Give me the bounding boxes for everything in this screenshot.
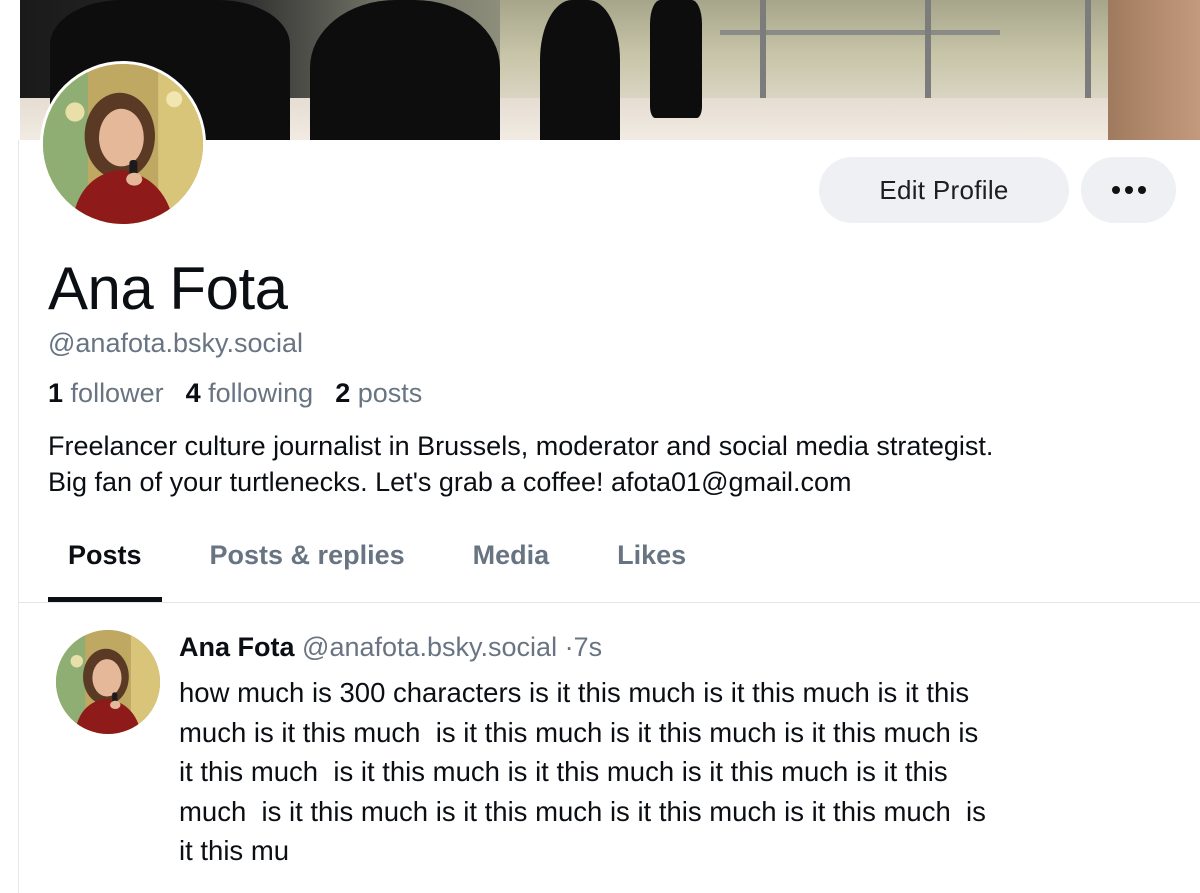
banner-silhouette — [540, 0, 620, 140]
profile-name: Ana Fota — [48, 255, 288, 322]
post-text: how much is 300 characters is it this mu… — [179, 677, 986, 866]
posts-stat: 2 posts — [335, 378, 422, 409]
post-author-name[interactable]: Ana Fota — [179, 632, 295, 662]
following-count: 4 — [185, 378, 201, 408]
avatar-image — [56, 630, 160, 734]
banner-window-frame — [760, 0, 766, 100]
edit-profile-button[interactable]: Edit Profile — [819, 157, 1069, 223]
post-author-avatar[interactable] — [56, 630, 160, 734]
ellipsis-icon — [1111, 186, 1120, 194]
followers-link[interactable]: 1 follower — [48, 378, 164, 409]
profile-avatar[interactable] — [40, 61, 206, 227]
banner-window-frame — [1085, 0, 1091, 100]
more-options-button[interactable] — [1081, 157, 1176, 223]
posts-count: 2 — [335, 378, 351, 408]
tab-label: Media — [472, 540, 550, 570]
following-link[interactable]: 4 following — [186, 378, 314, 409]
profile-page: Edit Profile Ana Fota @anafota.bsky.soci… — [0, 0, 1200, 893]
banner-wall — [1108, 0, 1200, 140]
banner-window-frame — [925, 0, 931, 100]
post-timestamp[interactable]: 7s — [574, 632, 603, 662]
profile-bio: Freelancer culture journalist in Brussel… — [48, 431, 994, 497]
content-border — [18, 140, 19, 893]
tab-posts[interactable]: Posts — [48, 536, 162, 602]
tab-likes[interactable]: Likes — [597, 536, 706, 602]
banner-person — [650, 0, 702, 118]
profile-stats: 1 follower 4 following 2 posts — [48, 378, 444, 409]
post-separator: · — [564, 632, 574, 662]
tab-label: Likes — [617, 540, 687, 570]
profile-handle: @anafota.bsky.social — [48, 328, 304, 358]
profile-tabs: Posts Posts & replies Media Likes — [48, 536, 706, 602]
tab-label: Posts — [68, 540, 142, 570]
avatar-image — [43, 64, 203, 224]
tabs-divider — [19, 602, 1200, 603]
banner-silhouette — [310, 0, 500, 140]
posts-label: posts — [357, 378, 423, 408]
tab-label: Posts & replies — [209, 540, 405, 570]
tab-posts-and-replies[interactable]: Posts & replies — [190, 536, 425, 602]
post-author-handle[interactable]: @anafota.bsky.social — [302, 632, 557, 662]
tab-media[interactable]: Media — [453, 536, 570, 602]
ellipsis-icon — [1137, 186, 1146, 194]
followers-count: 1 — [48, 378, 64, 408]
ellipsis-icon — [1124, 186, 1133, 194]
post-header: Ana Fota @anafota.bsky.social ·7s — [179, 632, 602, 663]
following-label: following — [208, 378, 314, 408]
followers-label: follower — [70, 378, 164, 408]
